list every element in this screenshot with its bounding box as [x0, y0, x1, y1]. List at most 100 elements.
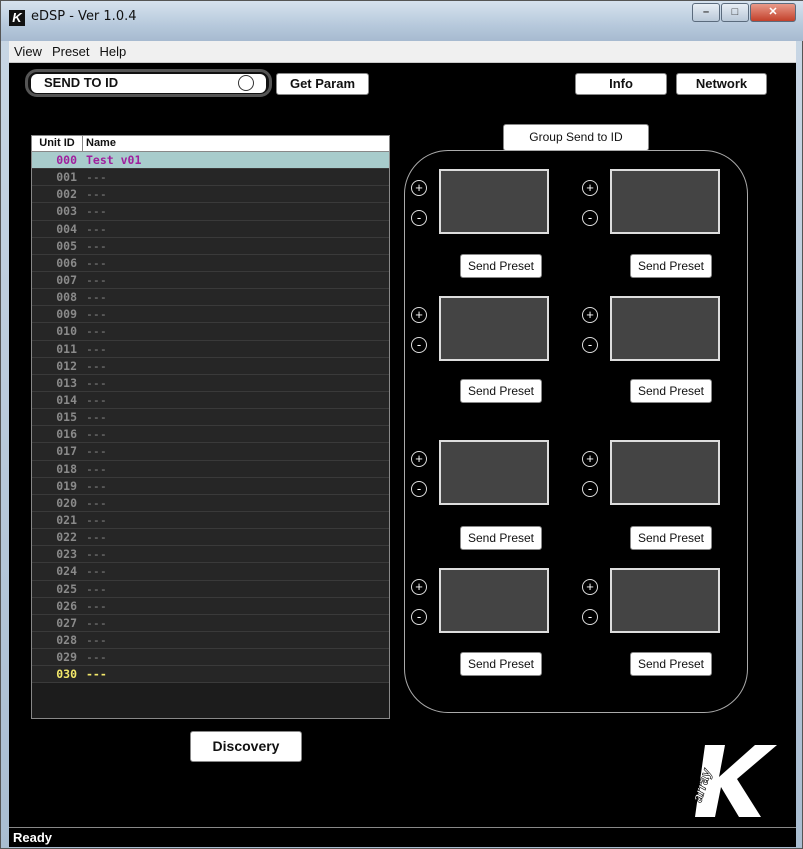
- table-row[interactable]: 012 ---: [32, 357, 389, 375]
- unit-name-cell: ---: [86, 392, 107, 407]
- table-row[interactable]: 019 ---: [32, 477, 389, 495]
- unit-id-cell: 006: [56, 255, 77, 270]
- table-row[interactable]: 001 ---: [32, 169, 389, 187]
- minus-icon[interactable]: -: [411, 337, 427, 353]
- unit-table: Unit ID Name 000 Test v01 001 --- 002 --- 003 -…: [31, 135, 390, 719]
- group-display: [439, 568, 549, 633]
- table-row[interactable]: 026 ---: [32, 597, 389, 615]
- table-row[interactable]: 014 ---: [32, 391, 389, 410]
- unit-id-cell: 025: [56, 581, 77, 596]
- send-preset-button[interactable]: Send Preset: [630, 652, 712, 676]
- info-button[interactable]: Info: [575, 73, 667, 95]
- unit-id-cell: 015: [56, 410, 77, 425]
- unit-name-cell: ---: [86, 530, 107, 545]
- plus-icon[interactable]: +: [582, 180, 598, 196]
- unit-name-cell: ---: [86, 427, 107, 442]
- close-button[interactable]: ✕: [750, 3, 796, 22]
- unit-id-cell: 019: [56, 478, 77, 493]
- unit-id-cell: 017: [56, 444, 77, 459]
- unit-name-cell: ---: [86, 598, 107, 613]
- menu-bar: View Preset Help: [9, 41, 796, 63]
- plus-icon[interactable]: +: [411, 579, 427, 595]
- group-send-to-id-button[interactable]: Group Send to ID: [503, 124, 649, 151]
- minus-icon[interactable]: -: [411, 609, 427, 625]
- table-row[interactable]: 016 ---: [32, 426, 389, 444]
- menu-help[interactable]: Help: [95, 44, 132, 59]
- unit-id-cell: 016: [56, 427, 77, 442]
- table-row[interactable]: 005 ---: [32, 237, 389, 255]
- table-row[interactable]: 027 ---: [32, 614, 389, 632]
- send-to-id-bar[interactable]: SEND TO ID: [25, 69, 272, 97]
- table-row[interactable]: 028 ---: [32, 631, 389, 650]
- send-preset-button[interactable]: Send Preset: [460, 379, 542, 403]
- send-preset-button[interactable]: Send Preset: [460, 254, 542, 278]
- unit-id-cell: 007: [56, 272, 77, 287]
- network-button[interactable]: Network: [676, 73, 767, 95]
- group-display: [610, 296, 720, 361]
- plus-icon[interactable]: +: [582, 579, 598, 595]
- table-row[interactable]: 025 ---: [32, 580, 389, 598]
- plus-icon[interactable]: +: [582, 307, 598, 323]
- unit-name-cell: ---: [86, 564, 107, 579]
- column-unit-id[interactable]: Unit ID: [32, 136, 83, 151]
- minus-icon[interactable]: -: [411, 210, 427, 226]
- table-row[interactable]: 022 ---: [32, 529, 389, 547]
- unit-name-cell: ---: [86, 410, 107, 425]
- minus-icon[interactable]: -: [582, 210, 598, 226]
- status-bar: Ready: [9, 827, 796, 847]
- table-row[interactable]: 007 ---: [32, 271, 389, 290]
- send-preset-button[interactable]: Send Preset: [460, 652, 542, 676]
- unit-id-cell: 004: [56, 221, 77, 236]
- app-window: K eDSP - Ver 1.0.4 – □ ✕ View Preset Hel…: [0, 0, 803, 849]
- column-name[interactable]: Name: [83, 136, 116, 151]
- table-row[interactable]: 017 ---: [32, 443, 389, 461]
- minus-icon[interactable]: -: [582, 481, 598, 497]
- table-row[interactable]: 015 ---: [32, 409, 389, 427]
- discovery-button[interactable]: Discovery: [190, 731, 302, 762]
- table-row[interactable]: 010 ---: [32, 323, 389, 341]
- get-param-button[interactable]: Get Param: [276, 73, 369, 95]
- maximize-button[interactable]: □: [721, 3, 749, 22]
- unit-name-cell: ---: [86, 324, 107, 339]
- table-row[interactable]: 023 ---: [32, 546, 389, 564]
- send-preset-button[interactable]: Send Preset: [460, 526, 542, 550]
- menu-preset[interactable]: Preset: [47, 44, 95, 59]
- status-led-icon: [238, 75, 254, 91]
- table-row[interactable]: 029 ---: [32, 649, 389, 667]
- table-row[interactable]: 004 ---: [32, 220, 389, 238]
- table-row[interactable]: 002 ---: [32, 186, 389, 204]
- unit-name-cell: ---: [86, 547, 107, 562]
- table-row[interactable]: 011 ---: [32, 340, 389, 358]
- send-preset-button[interactable]: Send Preset: [630, 254, 712, 278]
- minus-icon[interactable]: -: [411, 481, 427, 497]
- plus-icon[interactable]: +: [411, 180, 427, 196]
- unit-id-cell: 010: [56, 324, 77, 339]
- group-display: [439, 440, 549, 505]
- table-row[interactable]: 018 ---: [32, 460, 389, 478]
- minimize-button[interactable]: –: [692, 3, 720, 22]
- table-body: 000 Test v01 001 --- 002 --- 003 --- 004 --- 005 --…: [32, 152, 389, 718]
- minus-icon[interactable]: -: [582, 609, 598, 625]
- table-row[interactable]: 006 ---: [32, 254, 389, 272]
- plus-icon[interactable]: +: [411, 307, 427, 323]
- unit-name-cell: ---: [86, 461, 107, 476]
- table-row[interactable]: 000 Test v01: [32, 152, 389, 170]
- table-row[interactable]: 013 ---: [32, 374, 389, 392]
- table-row[interactable]: 020 ---: [32, 494, 389, 512]
- unit-name-cell: ---: [86, 341, 107, 356]
- table-row[interactable]: 009 ---: [32, 306, 389, 324]
- unit-name-cell: ---: [86, 512, 107, 527]
- table-row[interactable]: 021 ---: [32, 511, 389, 530]
- plus-icon[interactable]: +: [411, 451, 427, 467]
- menu-view[interactable]: View: [9, 44, 47, 59]
- unit-id-cell: 001: [56, 170, 77, 185]
- table-row[interactable]: 030 ---: [32, 666, 389, 684]
- table-row[interactable]: 024 ---: [32, 563, 389, 581]
- send-preset-button[interactable]: Send Preset: [630, 526, 712, 550]
- table-row[interactable]: 008 ---: [32, 289, 389, 307]
- table-row[interactable]: 003 ---: [32, 203, 389, 221]
- main-panel: SEND TO ID Get Param Info Network Unit I…: [9, 63, 796, 827]
- send-preset-button[interactable]: Send Preset: [630, 379, 712, 403]
- plus-icon[interactable]: +: [582, 451, 598, 467]
- minus-icon[interactable]: -: [582, 337, 598, 353]
